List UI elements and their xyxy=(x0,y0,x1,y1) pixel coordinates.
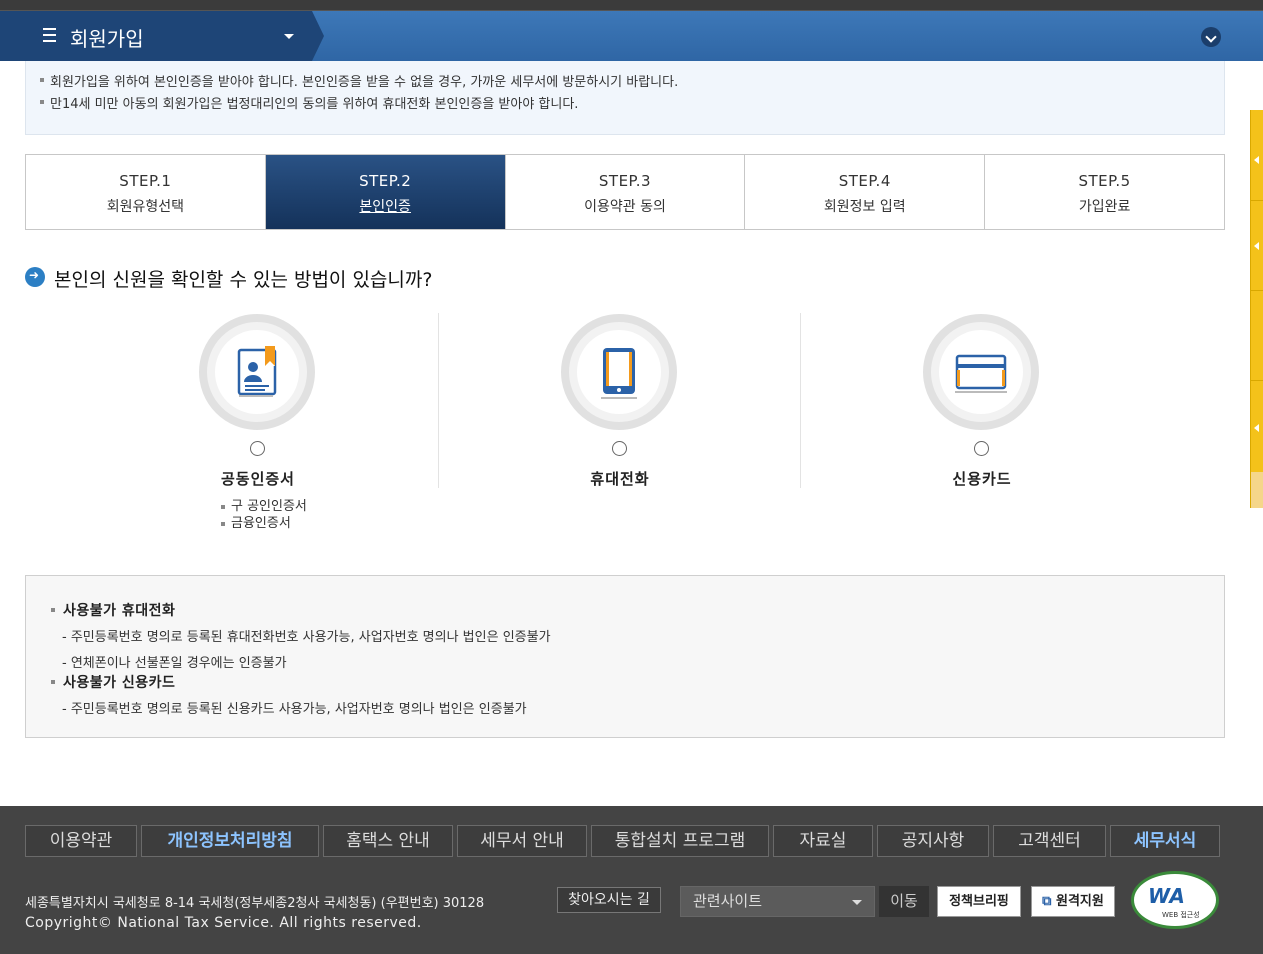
footer-link-notices[interactable]: 공지사항 xyxy=(877,825,989,857)
hamburger-icon[interactable] xyxy=(43,28,56,42)
step-number: STEP.4 xyxy=(838,172,891,190)
chevron-down-icon[interactable] xyxy=(284,34,294,39)
certificate-notes: 구 공인인증서 금융인증서 xyxy=(219,498,319,532)
chevron-left-icon[interactable] xyxy=(1254,242,1259,250)
footer-address: 세종특별자치시 국세청로 8-14 국세청(정부세종2청사 국세청동) (우편번… xyxy=(25,896,485,911)
method-label: 신용카드 xyxy=(952,470,1012,488)
credit-card-icon[interactable] xyxy=(923,314,1039,430)
footer-link-install-program[interactable]: 통합설치 프로그램 xyxy=(591,825,769,857)
method-label: 공동인증서 xyxy=(220,470,295,488)
related-site-select[interactable]: 관련사이트 xyxy=(680,886,875,917)
footer-link-hometax-guide[interactable]: 홈택스 안내 xyxy=(323,825,453,857)
notice-box: 회원가입을 위하여 본인인증을 받아야 합니다. 본인인증을 받을 수 없을 경… xyxy=(25,61,1225,135)
header-menu-toggle[interactable]: 회원가입 xyxy=(0,11,324,61)
mobile-phone-icon[interactable] xyxy=(561,314,677,430)
info-line: - 연체폰이나 선불폰일 경우에는 인증불가 xyxy=(62,656,287,671)
step-number: STEP.3 xyxy=(598,172,652,190)
step-1: STEP.1 회원유형선택 xyxy=(26,155,266,229)
step-number: STEP.5 xyxy=(1078,172,1131,190)
radio-certificate[interactable] xyxy=(250,441,265,456)
policy-briefing-link[interactable]: 정책브리핑 xyxy=(937,886,1021,917)
page-title: 회원가입 xyxy=(70,27,144,51)
question-heading: 본인의 신원을 확인할 수 있는 방법이 있습니까? xyxy=(54,269,433,291)
go-button[interactable]: 이동 xyxy=(879,886,929,917)
header-bar: 회원가입 xyxy=(0,11,1263,61)
remote-support-link[interactable]: ⧉ 원격지원 xyxy=(1031,886,1115,917)
side-quick-menu[interactable] xyxy=(1250,110,1263,508)
remote-support-label: 원격지원 xyxy=(1055,894,1104,909)
info-heading-card: 사용불가 신용카드 xyxy=(50,672,175,692)
info-line: - 주민등록번호 명의로 등록된 휴대전화번호 사용가능, 사업자번호 명의나 … xyxy=(62,630,551,645)
footer-link-terms[interactable]: 이용약관 xyxy=(25,825,137,857)
expand-circle-icon[interactable] xyxy=(1201,27,1221,47)
footer-link-tax-forms[interactable]: 세무서식 xyxy=(1110,825,1220,857)
footer-link-tax-office[interactable]: 세무서 안내 xyxy=(457,825,587,857)
info-box: 사용불가 휴대전화 - 주민등록번호 명의로 등록된 휴대전화번호 사용가능, … xyxy=(25,575,1225,738)
step-2: STEP.2 본인인증 xyxy=(265,155,506,229)
step-4: STEP.4 회원정보 입력 xyxy=(745,155,986,229)
footer-nav: 이용약관 개인정보처리방침 홈택스 안내 세무서 안내 통합설치 프로그램 자료… xyxy=(25,825,1224,857)
step-label: 본인인증 xyxy=(359,199,411,215)
remote-support-icon: ⧉ xyxy=(1042,894,1052,909)
step-label: 이용약관 동의 xyxy=(584,199,666,215)
side-bottom-tab[interactable] xyxy=(1251,472,1263,508)
top-strip xyxy=(0,0,1263,11)
method-certificate[interactable]: 공동인증서 xyxy=(77,313,439,488)
method-credit-card[interactable]: 신용카드 xyxy=(801,313,1163,488)
method-label: 휴대전화 xyxy=(590,470,650,488)
chevron-down-icon[interactable] xyxy=(852,900,862,905)
chevron-left-icon[interactable] xyxy=(1254,156,1259,164)
footer: 이용약관 개인정보처리방침 홈택스 안내 세무서 안내 통합설치 프로그램 자료… xyxy=(0,806,1263,954)
step-label: 회원유형선택 xyxy=(106,199,185,215)
wa-caption: WEB 접근성 xyxy=(1162,911,1200,919)
copyright: Copyright© National Tax Service. All rig… xyxy=(25,915,422,931)
step-5: STEP.5 가입완료 xyxy=(985,155,1224,229)
info-heading-phone: 사용불가 휴대전화 xyxy=(50,600,175,620)
list-item: 금융인증서 xyxy=(219,515,319,532)
info-line: - 주민등록번호 명의로 등록된 신용카드 사용가능, 사업자번호 명의나 법인… xyxy=(62,702,527,717)
step-label: 가입완료 xyxy=(1078,199,1131,215)
step-number: STEP.2 xyxy=(359,172,412,190)
notice-line: 만14세 미만 아동의 회원가입은 법정대리인의 동의를 위하여 휴대전화 본인… xyxy=(39,93,578,112)
chevron-left-icon[interactable] xyxy=(1254,424,1259,432)
footer-link-privacy[interactable]: 개인정보처리방침 xyxy=(141,825,319,857)
radio-credit-card[interactable] xyxy=(974,441,989,456)
select-value: 관련사이트 xyxy=(693,892,763,910)
step-3: STEP.3 이용약관 동의 xyxy=(506,155,746,229)
radio-mobile[interactable] xyxy=(612,441,627,456)
wa-mark: WA xyxy=(1148,884,1185,908)
wa-certification-logo: WA WEB 접근성 xyxy=(1131,871,1219,929)
footer-link-customer-center[interactable]: 고객센터 xyxy=(993,825,1106,857)
certificate-icon[interactable] xyxy=(199,314,315,430)
notice-line: 회원가입을 위하여 본인인증을 받아야 합니다. 본인인증을 받을 수 없을 경… xyxy=(39,71,678,90)
method-mobile[interactable]: 휴대전화 xyxy=(439,313,801,488)
arrow-circle-icon xyxy=(25,267,45,287)
step-indicator: STEP.1 회원유형선택 STEP.2 본인인증 STEP.3 이용약관 동의… xyxy=(25,154,1225,230)
step-label: 회원정보 입력 xyxy=(823,199,906,215)
step-number: STEP.1 xyxy=(119,172,172,190)
list-item: 구 공인인증서 xyxy=(219,498,319,515)
footer-link-library[interactable]: 자료실 xyxy=(773,825,873,857)
find-location-button[interactable]: 찾아오시는 길 xyxy=(557,887,661,913)
